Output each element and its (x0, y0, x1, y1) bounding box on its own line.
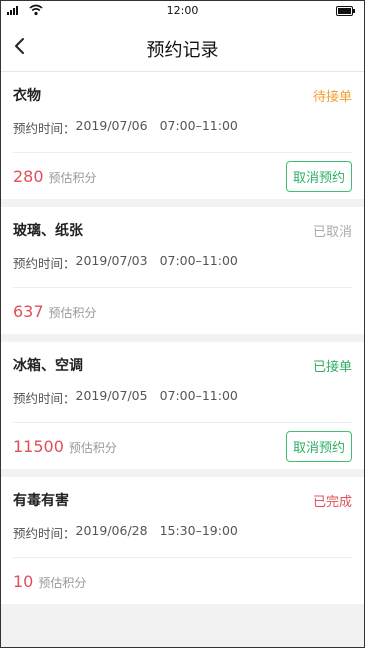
record-time: 预约时间： 2019/07/03 07:00–11:00 (13, 253, 352, 288)
record-status: 已取消 (312, 224, 352, 240)
record-date: 2019/07/05 (75, 388, 148, 403)
time-prefix-label: 预约时间： (13, 256, 76, 271)
time-prefix-label: 预约时间： (13, 391, 76, 406)
record-header: 玻璃、纸张 已取消 (13, 207, 352, 253)
page-title: 预约记录 (146, 40, 219, 61)
points-value: 637 (13, 301, 44, 321)
points-label: 预估积分 (38, 575, 87, 590)
record-card: 衣物 待接单 预约时间： 2019/07/06 07:00–11:00 280 … (1, 72, 364, 199)
record-category: 衣物 (13, 88, 41, 104)
nav-bar: 预约记录 (1, 21, 364, 72)
points-group: 11500 预估积分 (13, 437, 117, 456)
points-label: 预估积分 (48, 305, 97, 320)
points-label: 预估积分 (68, 440, 117, 455)
points-value: 11500 (13, 436, 64, 456)
record-time-range: 15:30–19:00 (159, 523, 238, 538)
points-value: 280 (13, 166, 44, 186)
status-bar: 12:00 (1, 1, 364, 21)
time-prefix-label: 预约时间： (13, 526, 76, 541)
record-time: 预约时间： 2019/07/05 07:00–11:00 (13, 388, 352, 423)
phone-frame: 12:00 预约记录 衣物 待接单 预约时间： 2019/07/06 07:00… (0, 0, 365, 648)
record-category: 冰箱、空调 (13, 358, 83, 374)
cancel-booking-button[interactable]: 取消预约 (285, 160, 352, 192)
record-status: 已完成 (312, 494, 352, 510)
record-header: 冰箱、空调 已接单 (13, 342, 352, 388)
record-date: 2019/07/06 (75, 118, 148, 133)
record-card: 有毒有害 已完成 预约时间： 2019/06/28 15:30–19:00 10… (1, 477, 364, 604)
record-status: 已接单 (312, 359, 352, 375)
time-prefix-label: 预约时间： (13, 121, 76, 136)
record-list: 衣物 待接单 预约时间： 2019/07/06 07:00–11:00 280 … (1, 72, 364, 604)
record-card: 玻璃、纸张 已取消 预约时间： 2019/07/03 07:00–11:00 6… (1, 207, 364, 334)
record-time-range: 07:00–11:00 (159, 388, 238, 403)
record-header: 衣物 待接单 (13, 72, 352, 118)
record-footer: 10 预估积分 (13, 558, 352, 604)
points-value: 10 (13, 571, 34, 591)
record-category: 玻璃、纸张 (13, 223, 83, 239)
points-group: 10 预估积分 (13, 572, 86, 591)
record-header: 有毒有害 已完成 (13, 477, 352, 523)
record-footer: 280 预估积分 取消预约 (13, 153, 352, 199)
record-footer: 11500 预估积分 取消预约 (13, 423, 352, 469)
record-footer: 637 预估积分 (13, 288, 352, 334)
record-time: 预约时间： 2019/07/06 07:00–11:00 (13, 118, 352, 153)
points-label: 预估积分 (48, 170, 97, 185)
status-time: 12:00 (166, 4, 199, 17)
cancel-booking-button[interactable]: 取消预约 (285, 430, 352, 462)
record-card: 冰箱、空调 已接单 预约时间： 2019/07/05 07:00–11:00 1… (1, 342, 364, 469)
points-group: 280 预估积分 (13, 167, 97, 186)
record-date: 2019/07/03 (75, 253, 148, 268)
record-time: 预约时间： 2019/06/28 15:30–19:00 (13, 523, 352, 558)
record-category: 有毒有害 (13, 493, 69, 509)
points-group: 637 预估积分 (13, 302, 97, 321)
record-time-range: 07:00–11:00 (159, 253, 238, 268)
record-status: 待接单 (312, 89, 352, 105)
record-time-range: 07:00–11:00 (159, 118, 238, 133)
battery-icon (336, 6, 355, 16)
record-date: 2019/06/28 (75, 523, 148, 538)
